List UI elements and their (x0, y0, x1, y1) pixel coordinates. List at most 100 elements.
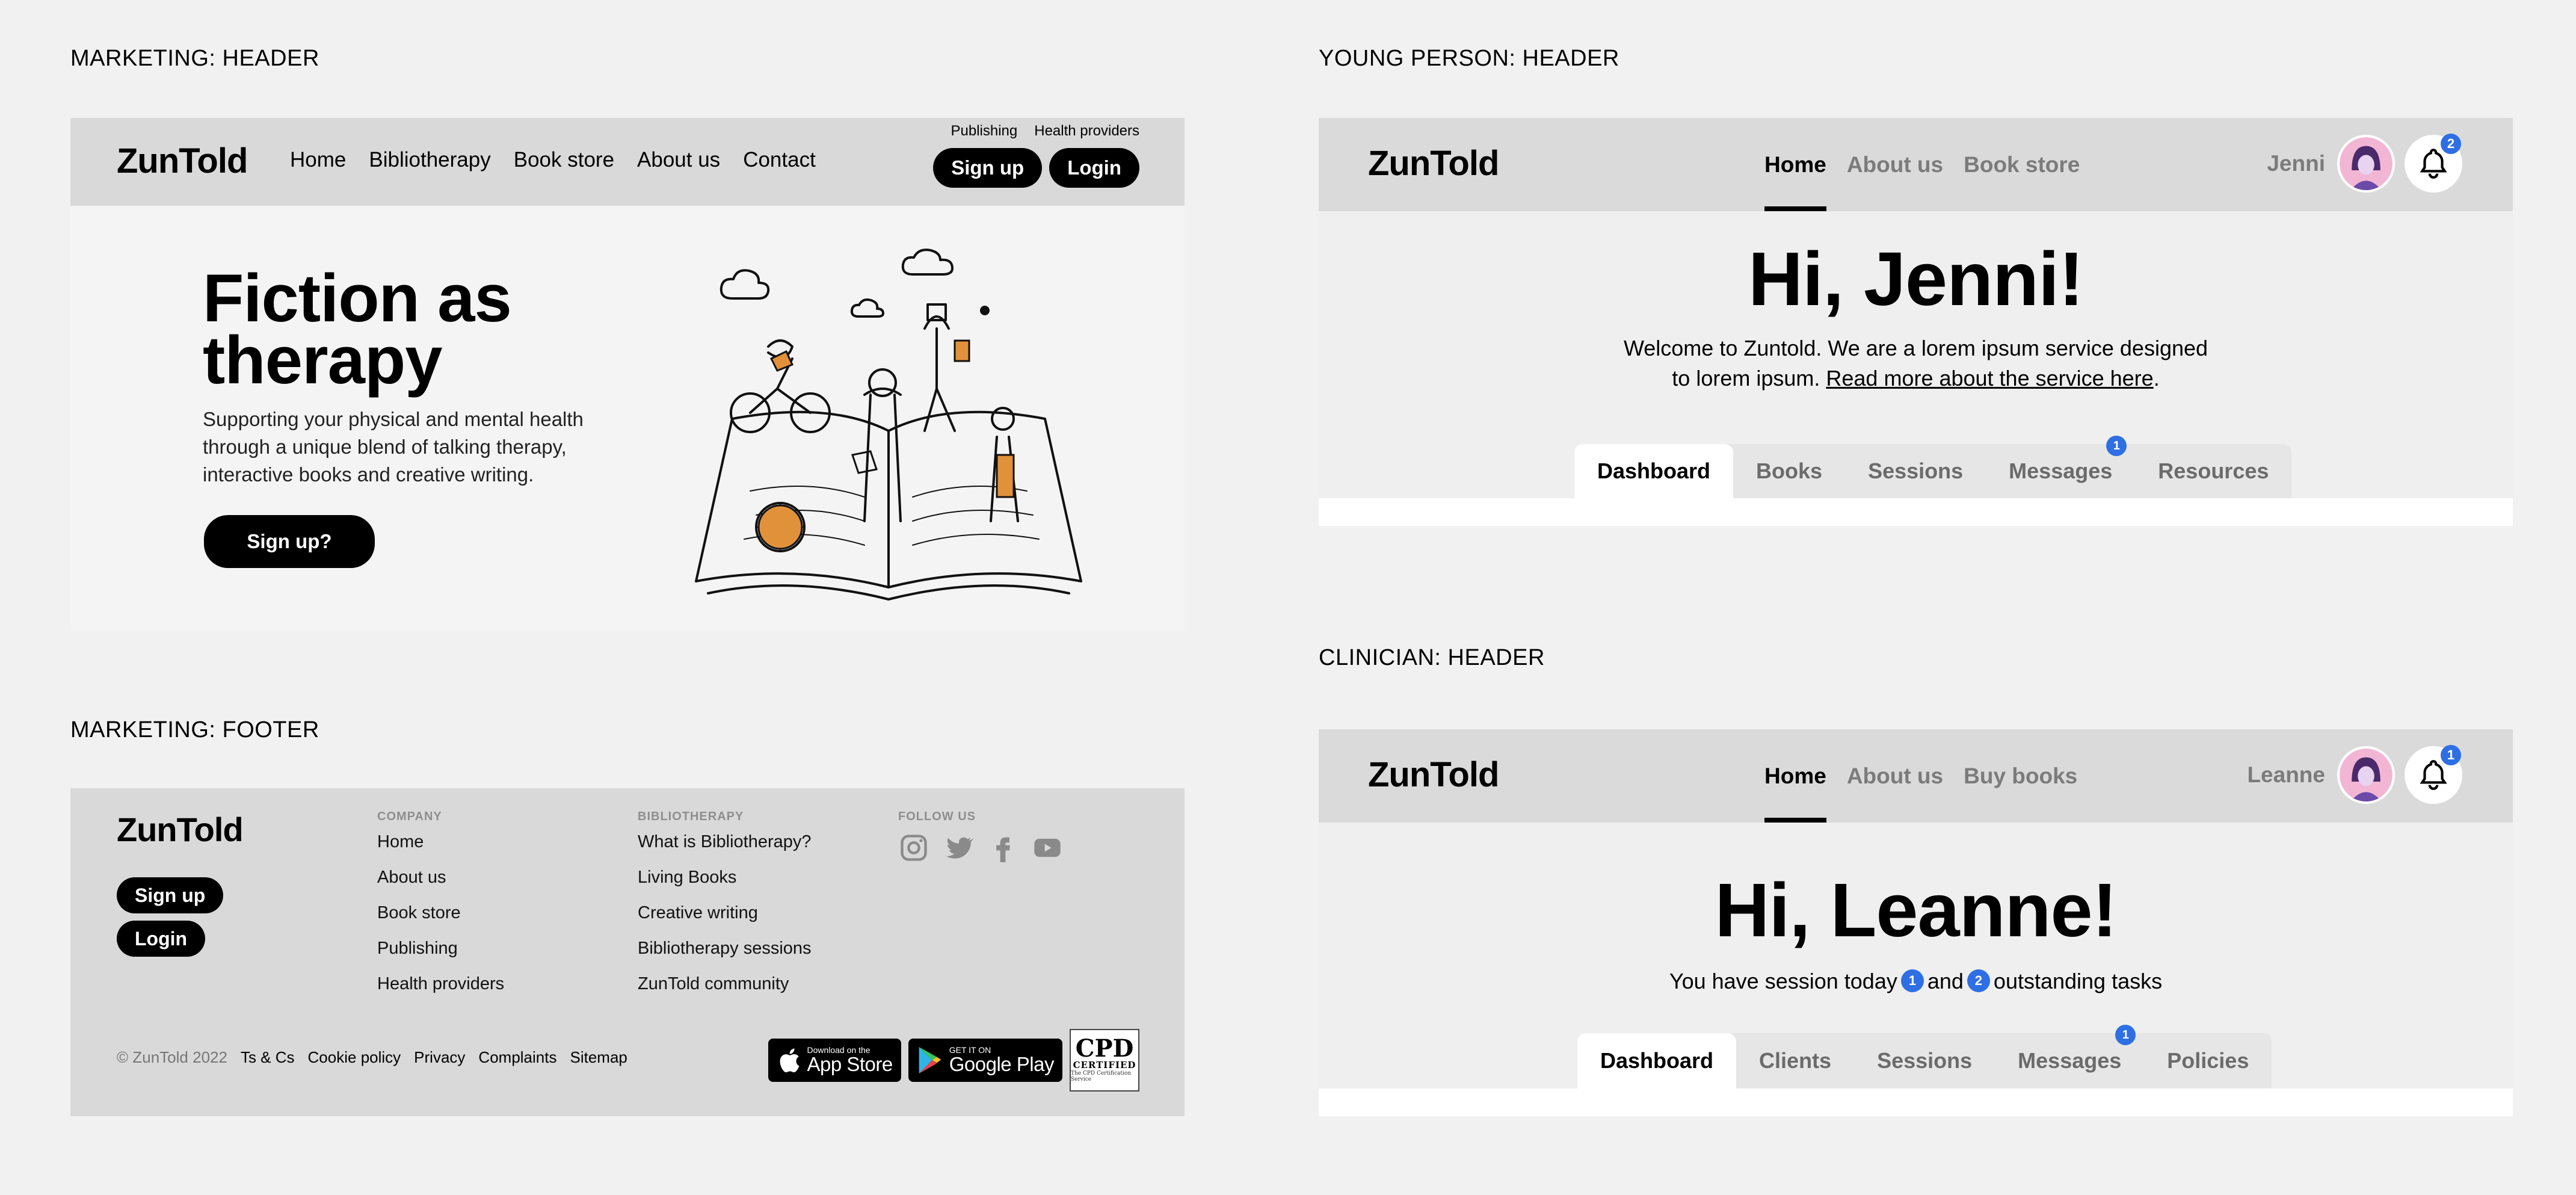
footer-company-column: COMPANY Home About us Book store Publish… (377, 810, 504, 1010)
tab-messages[interactable]: Messages 1 (1995, 1025, 2144, 1088)
footer-link-creative-writing[interactable]: Creative writing (638, 903, 812, 923)
tab-dashboard[interactable]: Dashboard (1574, 444, 1734, 498)
tab-resources[interactable]: Resources (2135, 444, 2291, 498)
tab-books[interactable]: Books (1733, 444, 1845, 498)
nav-bibliotherapy[interactable]: Bibliotherapy (369, 148, 490, 172)
nav-about-us[interactable]: About us (1847, 764, 1943, 789)
nav-home[interactable]: Home (1764, 118, 1826, 211)
tab-messages-label: Messages (2018, 1048, 2122, 1073)
user-name[interactable]: Jenni (2267, 151, 2325, 176)
footer-link-about-us[interactable]: About us (377, 868, 504, 888)
status-mid: and (1927, 969, 1964, 993)
bibliotherapy-heading: BIBLIOTHERAPY (638, 810, 744, 823)
clinician-header-panel: ZunTold Home About us Buy books Leanne 1… (1319, 729, 2513, 1116)
instagram-icon[interactable] (898, 832, 929, 863)
facebook-icon[interactable] (987, 832, 1018, 863)
footer-link-book-store[interactable]: Book store (377, 903, 504, 923)
welcome-line-2-post: . (2153, 366, 2160, 391)
dashboard-tabs: Dashboard Clients Sessions Messages 1 Pol… (1577, 1025, 2272, 1088)
follow-heading: FOLLOW US (898, 810, 976, 823)
hero-signup-button[interactable]: Sign up? (204, 515, 375, 568)
app-nav: Home About us Buy books (1764, 729, 2077, 823)
legal-link-terms[interactable]: Ts & Cs (241, 1048, 295, 1067)
legal-link-sitemap[interactable]: Sitemap (570, 1048, 627, 1067)
footer-login-button[interactable]: Login (117, 921, 206, 957)
notifications-button[interactable]: 2 (2405, 134, 2462, 193)
google-play-big-text: Google Play (949, 1052, 1055, 1075)
youtube-icon[interactable] (1032, 832, 1063, 863)
user-name[interactable]: Leanne (2247, 762, 2325, 788)
logo[interactable]: ZunTold (117, 141, 248, 181)
google-play-icon (919, 1047, 941, 1073)
bell-icon (2420, 760, 2447, 790)
messages-badge: 1 (2106, 436, 2127, 456)
footer-link-living-books[interactable]: Living Books (638, 868, 812, 888)
footer-follow-column: FOLLOW US (898, 810, 1063, 863)
legal-link-cookie-policy[interactable]: Cookie policy (308, 1048, 401, 1067)
google-play-badge[interactable]: GET IT ON Google Play (908, 1039, 1062, 1082)
main-nav: Home Bibliotherapy Book store About us C… (290, 148, 816, 172)
nav-about-us[interactable]: About us (1847, 152, 1943, 178)
legal-link-complaints[interactable]: Complaints (478, 1048, 556, 1067)
tab-sessions[interactable]: Sessions (1854, 1033, 1995, 1088)
tab-messages[interactable]: Messages 1 (1986, 436, 2135, 498)
tab-messages-label: Messages (2009, 459, 2113, 483)
subnav-health-providers[interactable]: Health providers (1034, 123, 1139, 140)
footer-signup-button[interactable]: Sign up (117, 877, 224, 913)
footer-link-what-is-bibliotherapy[interactable]: What is Bibliotherapy? (638, 832, 812, 852)
welcome-line-2: to lorem ipsum. Read more about the serv… (1319, 363, 2513, 394)
cpd-certified-logo: CPD CERTIFIED The CPD Certification Serv… (1070, 1029, 1139, 1092)
nav-book-store[interactable]: Book store (1964, 152, 2080, 178)
footer-link-home[interactable]: Home (377, 832, 504, 852)
avatar[interactable] (2337, 135, 2395, 193)
subnav-publishing[interactable]: Publishing (951, 123, 1018, 140)
tab-clients[interactable]: Clients (1736, 1033, 1854, 1088)
tab-dashboard[interactable]: Dashboard (1577, 1033, 1737, 1088)
hero-title-line1: Fiction as (203, 261, 512, 336)
user-menu: Leanne 1 (2247, 745, 2462, 804)
marketing-top-bar: ZunTold Home Bibliotherapy Book store Ab… (70, 118, 1185, 206)
footer-link-publishing[interactable]: Publishing (377, 939, 504, 959)
content-strip (1319, 498, 2513, 526)
notifications-button[interactable]: 1 (2405, 745, 2462, 804)
nav-contact[interactable]: Contact (743, 148, 816, 172)
status-text: You have session today 1 and 2 outstanding t… (1319, 966, 2513, 996)
tab-sessions[interactable]: Sessions (1845, 444, 1986, 498)
signup-button[interactable]: Sign up (933, 148, 1043, 188)
footer-link-health-providers[interactable]: Health providers (377, 974, 504, 994)
cpd-certified-text: CERTIFIED (1073, 1060, 1136, 1070)
nav-buy-books[interactable]: Buy books (1964, 764, 2077, 789)
twitter-icon[interactable] (943, 832, 974, 863)
nav-about-us[interactable]: About us (637, 148, 720, 172)
welcome-line-2-pre: to lorem ipsum. (1672, 366, 1826, 391)
auth-buttons: Sign up Login (933, 148, 1139, 188)
tab-policies[interactable]: Policies (2144, 1033, 2272, 1088)
logo[interactable]: ZunTold (1368, 143, 1499, 184)
app-store-badge[interactable]: Download on the App Store (768, 1039, 901, 1082)
legal-link-privacy[interactable]: Privacy (414, 1048, 465, 1067)
hero-title-line2: therapy (203, 323, 443, 398)
welcome-text: Welcome to Zuntold. We are a lorem ipsum… (1319, 333, 2513, 394)
nav-home[interactable]: Home (290, 148, 346, 172)
avatar[interactable] (2337, 746, 2395, 804)
notification-count-badge: 2 (2441, 134, 2461, 154)
dashboard-tabs: Dashboard Books Sessions Messages 1 Resou… (1574, 436, 2292, 498)
read-more-link[interactable]: Read more about the service here (1826, 366, 2153, 391)
nav-home[interactable]: Home (1764, 729, 1826, 823)
logo[interactable]: ZunTold (1368, 755, 1499, 795)
welcome-line-1: Welcome to Zuntold. We are a lorem ipsum… (1623, 336, 2208, 360)
avatar-jenni-icon (2340, 137, 2393, 190)
open-book-illustration (695, 249, 1082, 601)
app-badges: Download on the App Store GET IT ON Goog… (768, 1029, 1139, 1092)
section-label-marketing-header: MARKETING: HEADER (70, 46, 319, 71)
bell-icon (2420, 149, 2447, 179)
status-post: outstanding tasks (1993, 969, 2163, 993)
footer-legal-row: © ZunTold 2022 Ts & Cs Cookie policy Pri… (117, 1048, 627, 1067)
footer-logo[interactable]: ZunTold (117, 810, 244, 849)
app-nav: Home About us Book store (1764, 118, 2080, 211)
nav-book-store[interactable]: Book store (514, 148, 614, 172)
login-button[interactable]: Login (1049, 148, 1139, 188)
footer-link-zuntold-community[interactable]: ZunTold community (638, 974, 812, 994)
hero-description: Supporting your physical and mental heal… (203, 408, 584, 486)
footer-link-bibliotherapy-sessions[interactable]: Bibliotherapy sessions (638, 939, 812, 959)
